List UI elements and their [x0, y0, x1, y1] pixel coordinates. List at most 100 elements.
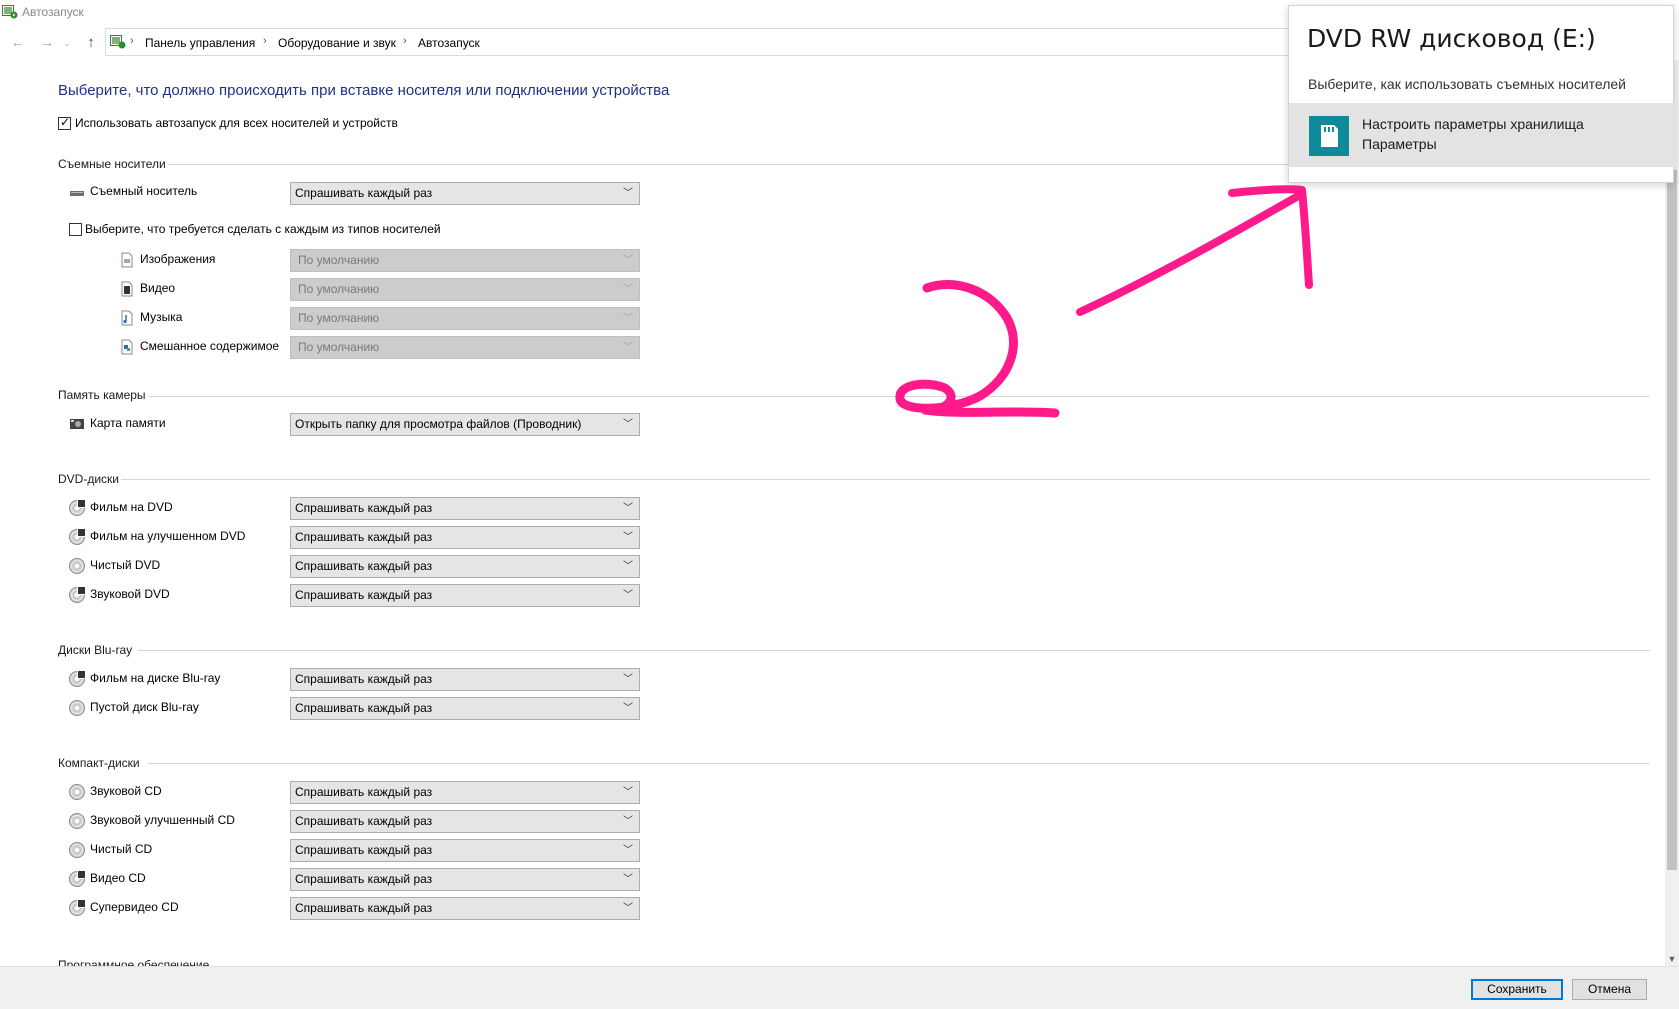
chevron-down-icon: ﹀: [623, 532, 633, 543]
video-select[interactable]: По умолчанию ﹀: [290, 278, 640, 301]
forward-arrow-icon[interactable]: →: [38, 34, 56, 52]
blank-cd-select-value: Спрашивать каждый раз: [295, 843, 433, 857]
chevron-down-icon: ﹀: [623, 845, 633, 856]
super-video-cd-select[interactable]: Спрашивать каждый раз ﹀: [290, 897, 640, 920]
dvd-movie-select[interactable]: Спрашивать каждый раз ﹀: [290, 497, 640, 520]
per-type-checkbox[interactable]: [69, 223, 82, 236]
blank-cd-select[interactable]: Спрашивать каждый раз ﹀: [290, 839, 640, 862]
chevron-down-icon: ﹀: [623, 590, 633, 601]
video-select-value: По умолчанию: [298, 282, 380, 296]
use-autoplay-label: Использовать автозапуск для всех носител…: [75, 116, 398, 130]
blank-bluray-select[interactable]: Спрашивать каждый раз ﹀: [290, 697, 640, 720]
memory-card-select-value: Открыть папку для просмотра файлов (Пров…: [295, 417, 582, 431]
toast-option-subtitle: Параметры: [1362, 136, 1437, 152]
autoplay-app-icon: [2, 5, 18, 19]
section-divider: [138, 650, 1650, 651]
page-title: Выберите, что должно происходить при вст…: [58, 82, 670, 99]
chevron-down-icon: ﹀: [623, 674, 633, 685]
breadcrumb-hardware-sound[interactable]: Оборудование и звук: [278, 36, 396, 50]
sd-card-icon: [1309, 116, 1349, 156]
blank-dvd-select-value: Спрашивать каждый раз: [295, 559, 433, 573]
blank-dvd-label: Чистый DVD: [90, 558, 161, 572]
super-video-cd-icon: [69, 899, 86, 916]
audio-dvd-label: Звуковой DVD: [90, 587, 170, 601]
up-arrow-icon[interactable]: ↑: [82, 34, 100, 52]
mixed-file-icon: [121, 339, 133, 355]
enhanced-audio-cd-select[interactable]: Спрашивать каждый раз ﹀: [290, 810, 640, 833]
save-button[interactable]: Сохранить: [1471, 979, 1563, 1000]
images-label: Изображения: [140, 252, 216, 266]
section-software-title: Программное обеспечение: [58, 958, 210, 966]
scrollbar-thumb[interactable]: [1667, 170, 1677, 870]
per-type-label: Выберите, что требуется сделать с каждым…: [85, 222, 441, 236]
scroll-down-arrow-icon[interactable]: ▼: [1665, 954, 1679, 964]
images-select[interactable]: По умолчанию ﹀: [290, 249, 640, 272]
blank-dvd-select[interactable]: Спрашивать каждый раз ﹀: [290, 555, 640, 578]
chevron-down-icon: ﹀: [623, 313, 633, 324]
recent-locations-chevron-icon[interactable]: ⌄: [62, 34, 72, 52]
dvd-movie-label: Фильм на DVD: [90, 500, 173, 514]
removable-drive-label: Съемный носитель: [90, 184, 198, 198]
toast-option-configure-storage[interactable]: Настроить параметры хранилища Параметры: [1289, 103, 1675, 167]
chevron-down-icon: ﹀: [623, 561, 633, 572]
control-panel-icon: [110, 35, 126, 49]
address-bar[interactable]: › Панель управления › Оборудование и зву…: [105, 28, 1300, 56]
breadcrumb-autoplay[interactable]: Автозапуск: [418, 36, 480, 50]
chevron-down-icon: ﹀: [623, 503, 633, 514]
chevron-down-icon: ﹀: [623, 703, 633, 714]
blank-cd-label: Чистый CD: [90, 842, 153, 856]
audio-dvd-select[interactable]: Спрашивать каждый раз ﹀: [290, 584, 640, 607]
video-cd-icon: [69, 870, 86, 887]
blank-dvd-icon: [69, 558, 85, 574]
chevron-down-icon: ﹀: [623, 419, 633, 430]
audio-cd-select[interactable]: Спрашивать каждый раз ﹀: [290, 781, 640, 804]
bluray-movie-select-value: Спрашивать каждый раз: [295, 672, 433, 686]
breadcrumb-separator-icon: ›: [263, 35, 267, 47]
vertical-scrollbar[interactable]: ▼: [1665, 60, 1679, 966]
music-select-value: По умолчанию: [298, 311, 380, 325]
breadcrumb-control-panel[interactable]: Панель управления: [145, 36, 255, 50]
section-dvd-title: DVD-диски: [58, 472, 119, 486]
removable-drive-select-value: Спрашивать каждый раз: [295, 186, 433, 200]
mixed-content-label: Смешанное содержимое: [140, 339, 280, 353]
enhanced-audio-cd-icon: [69, 813, 85, 829]
enhanced-dvd-movie-label: Фильм на улучшенном DVD: [90, 529, 246, 543]
audio-dvd-icon: [69, 586, 86, 603]
images-select-value: По умолчанию: [298, 253, 380, 267]
window-title: Автозапуск: [22, 5, 84, 19]
blank-bluray-select-value: Спрашивать каждый раз: [295, 701, 433, 715]
video-cd-select[interactable]: Спрашивать каждый раз ﹀: [290, 868, 640, 891]
enhanced-audio-cd-select-value: Спрашивать каждый раз: [295, 814, 433, 828]
removable-drive-icon: [70, 191, 84, 196]
memory-card-select[interactable]: Открыть папку для просмотра файлов (Пров…: [290, 413, 640, 436]
enhanced-dvd-movie-select[interactable]: Спрашивать каждый раз ﹀: [290, 526, 640, 549]
enhanced-dvd-movie-select-value: Спрашивать каждый раз: [295, 530, 433, 544]
autoplay-settings-content: Выберите, что должно происходить при вст…: [0, 60, 1665, 966]
section-bluray-title: Диски Blu-ray: [58, 643, 133, 657]
audio-cd-select-value: Спрашивать каждый раз: [295, 785, 433, 799]
back-arrow-icon[interactable]: ←: [9, 34, 27, 52]
music-select[interactable]: По умолчанию ﹀: [290, 307, 640, 330]
music-file-icon: [121, 310, 133, 326]
section-divider: [149, 396, 1650, 397]
blank-bluray-icon: [69, 700, 85, 716]
chevron-down-icon: ﹀: [623, 284, 633, 295]
mixed-content-select[interactable]: По умолчанию ﹀: [290, 336, 640, 359]
toast-subtitle: Выберите, как использовать съемных носит…: [1308, 76, 1626, 92]
bluray-movie-select[interactable]: Спрашивать каждый раз ﹀: [290, 668, 640, 691]
music-label: Музыка: [140, 310, 183, 324]
section-camera-title: Память камеры: [58, 388, 146, 402]
video-cd-select-value: Спрашивать каждый раз: [295, 872, 433, 886]
cancel-button[interactable]: Отмена: [1572, 979, 1647, 1000]
super-video-cd-label: Супервидео CD: [90, 900, 179, 914]
section-cd-title: Компакт-диски: [58, 756, 140, 770]
chevron-down-icon: ﹀: [623, 342, 633, 353]
chevron-down-icon: ﹀: [623, 787, 633, 798]
mixed-content-select-value: По умолчанию: [298, 340, 380, 354]
autoplay-toast[interactable]: DVD RW дисковод (E:) Выберите, как испол…: [1288, 5, 1675, 183]
blank-cd-icon: [69, 842, 85, 858]
removable-drive-select[interactable]: Спрашивать каждый раз ﹀: [290, 182, 640, 205]
section-divider: [148, 763, 1650, 764]
use-autoplay-checkbox[interactable]: [58, 115, 71, 130]
video-cd-label: Видео CD: [90, 871, 146, 885]
